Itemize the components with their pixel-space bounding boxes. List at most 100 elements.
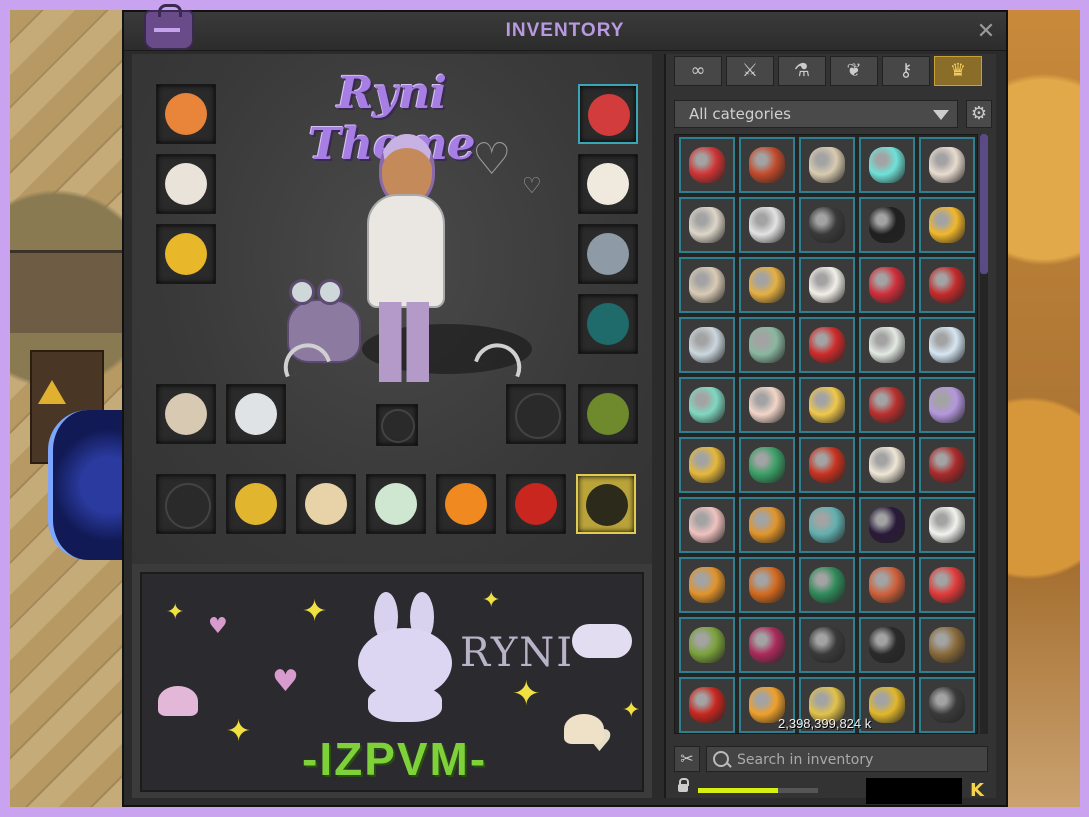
inventory-item-slot[interactable] bbox=[679, 137, 735, 193]
inventory-item-slot[interactable] bbox=[919, 197, 975, 253]
inventory-item-slot[interactable] bbox=[679, 317, 735, 373]
inventory-item-slot[interactable] bbox=[859, 257, 915, 313]
weight-bar-fill bbox=[698, 788, 779, 793]
filter-button[interactable]: ✂ bbox=[674, 746, 700, 772]
inventory-item-slot[interactable] bbox=[739, 317, 795, 373]
hat-slot[interactable] bbox=[156, 154, 216, 214]
item-icon bbox=[869, 567, 905, 603]
amulet-slot[interactable] bbox=[156, 84, 216, 144]
tab-sword[interactable]: ⚔ bbox=[726, 56, 774, 86]
inventory-item-slot[interactable] bbox=[859, 377, 915, 433]
category-dropdown[interactable]: All categories bbox=[674, 100, 958, 128]
mount-slot[interactable] bbox=[578, 384, 638, 444]
tab-infinity[interactable]: ∞ bbox=[674, 56, 722, 86]
inventory-item-slot[interactable] bbox=[679, 677, 735, 733]
item-icon bbox=[689, 627, 725, 663]
inventory-item-slot[interactable] bbox=[919, 497, 975, 553]
belt-slot[interactable] bbox=[578, 84, 638, 144]
inventory-item-slot[interactable] bbox=[919, 377, 975, 433]
dofus-slot-2[interactable] bbox=[296, 474, 356, 534]
close-button[interactable]: ✕ bbox=[974, 20, 998, 44]
inventory-item-slot[interactable] bbox=[919, 437, 975, 493]
costume-item-icon bbox=[586, 484, 628, 526]
inventory-item-slot[interactable] bbox=[679, 197, 735, 253]
boots-slot[interactable] bbox=[578, 294, 638, 354]
inventory-item-slot[interactable] bbox=[679, 257, 735, 313]
lock-icon[interactable] bbox=[678, 778, 689, 792]
inventory-item-slot[interactable] bbox=[919, 557, 975, 613]
inventory-item-slot[interactable] bbox=[799, 197, 855, 253]
tab-plant[interactable]: ❦ bbox=[830, 56, 878, 86]
inventory-item-slot[interactable] bbox=[739, 377, 795, 433]
inventory-item-slot[interactable] bbox=[859, 617, 915, 673]
settings-button[interactable]: ⚙ bbox=[966, 100, 992, 128]
inventory-item-slot[interactable] bbox=[919, 677, 975, 733]
inventory-item-slot[interactable] bbox=[799, 317, 855, 373]
inventory-item-slot[interactable] bbox=[739, 497, 795, 553]
pet-slot[interactable] bbox=[578, 154, 638, 214]
title-bar[interactable]: INVENTORY ✕ bbox=[124, 4, 1006, 51]
inventory-item-slot[interactable] bbox=[679, 617, 735, 673]
inventory-item-slot[interactable] bbox=[919, 317, 975, 373]
inventory-item-slot[interactable] bbox=[739, 197, 795, 253]
inventory-item-slot[interactable] bbox=[739, 617, 795, 673]
inventory-item-slot[interactable] bbox=[919, 257, 975, 313]
inventory-item-slot[interactable] bbox=[859, 197, 915, 253]
inventory-item-slot[interactable] bbox=[859, 137, 915, 193]
dofus-slot-5[interactable] bbox=[506, 474, 566, 534]
inventory-item-slot[interactable] bbox=[799, 497, 855, 553]
sparkle-icon: ✦ bbox=[482, 588, 501, 613]
character-sprite[interactable] bbox=[347, 134, 457, 384]
sparkle-icon: ✦ bbox=[622, 698, 641, 723]
inventory-item-slot[interactable] bbox=[739, 437, 795, 493]
portal-zaap bbox=[48, 410, 133, 560]
inventory-item-slot[interactable] bbox=[799, 377, 855, 433]
dofus-empty-slot[interactable] bbox=[156, 474, 216, 534]
inventory-item-slot[interactable] bbox=[799, 617, 855, 673]
costume-slot[interactable] bbox=[576, 474, 636, 534]
inventory-item-slot[interactable] bbox=[919, 617, 975, 673]
weapon-slot[interactable] bbox=[156, 384, 216, 444]
inventory-item-slot[interactable] bbox=[799, 257, 855, 313]
inventory-item-slot[interactable] bbox=[919, 137, 975, 193]
inventory-item-slot[interactable] bbox=[799, 437, 855, 493]
inventory-item-slot[interactable] bbox=[679, 557, 735, 613]
inventory-item-slot[interactable] bbox=[859, 557, 915, 613]
inventory-item-slot[interactable] bbox=[679, 437, 735, 493]
kamas-currency-icon[interactable]: K bbox=[966, 780, 988, 802]
inventory-item-slot[interactable] bbox=[799, 557, 855, 613]
tools-icon: ✂ bbox=[680, 749, 694, 768]
ring-slot[interactable] bbox=[156, 224, 216, 284]
tab-key[interactable]: ⚷ bbox=[882, 56, 930, 86]
scroll-thumb[interactable] bbox=[980, 134, 988, 274]
window-title: INVENTORY bbox=[505, 20, 625, 41]
dofus-1-item-icon bbox=[235, 483, 277, 525]
item-icon bbox=[929, 567, 965, 603]
item-icon bbox=[869, 207, 905, 243]
item-grid-scrollbar[interactable] bbox=[980, 134, 988, 734]
sparkle-icon: ✦ bbox=[166, 600, 185, 625]
tab-potion[interactable]: ⚗ bbox=[778, 56, 826, 86]
ring-right-slot[interactable] bbox=[578, 224, 638, 284]
follower-slot[interactable] bbox=[506, 384, 566, 444]
item-icon bbox=[929, 267, 965, 303]
shield-slot[interactable] bbox=[226, 384, 286, 444]
sparkle-icon: ✦ bbox=[302, 594, 328, 629]
inventory-item-slot[interactable] bbox=[739, 257, 795, 313]
inventory-item-slot[interactable] bbox=[679, 377, 735, 433]
inventory-item-slot[interactable] bbox=[679, 497, 735, 553]
dofus-slot-1[interactable] bbox=[226, 474, 286, 534]
inventory-item-slot[interactable] bbox=[859, 497, 915, 553]
companion-slot[interactable] bbox=[376, 404, 418, 446]
tab-crown[interactable]: ♛ bbox=[934, 56, 982, 86]
inventory-item-slot[interactable] bbox=[859, 317, 915, 373]
inventory-item-slot[interactable] bbox=[799, 137, 855, 193]
search-box[interactable] bbox=[706, 746, 989, 773]
inventory-item-slot[interactable] bbox=[859, 437, 915, 493]
dofus-slot-4[interactable] bbox=[436, 474, 496, 534]
redacted-area bbox=[866, 778, 962, 804]
dofus-slot-3[interactable] bbox=[366, 474, 426, 534]
search-input[interactable] bbox=[735, 747, 989, 773]
inventory-item-slot[interactable] bbox=[739, 137, 795, 193]
inventory-item-slot[interactable] bbox=[739, 557, 795, 613]
